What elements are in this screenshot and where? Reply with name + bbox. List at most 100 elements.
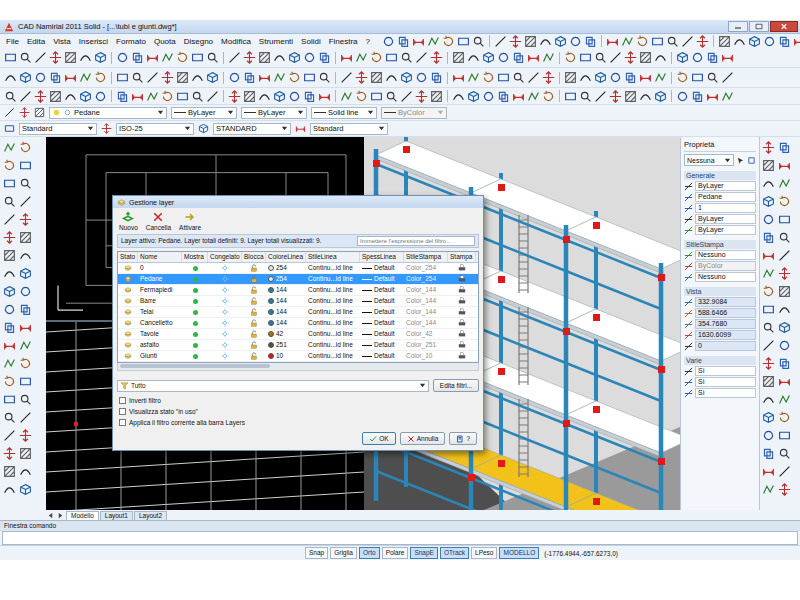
circle-icon[interactable] xyxy=(303,51,316,64)
line-icon[interactable] xyxy=(146,71,159,84)
dialog-action-button[interactable]: Cancella xyxy=(146,211,171,231)
dimension-icon[interactable] xyxy=(146,51,159,64)
arc-icon[interactable] xyxy=(579,71,592,84)
filter-option[interactable]: Visualizza stato "in uso" xyxy=(119,408,477,415)
arc-icon[interactable] xyxy=(79,51,92,64)
arc-icon[interactable] xyxy=(654,51,667,64)
sun-icon[interactable] xyxy=(221,319,229,327)
dimension-icon[interactable] xyxy=(295,123,306,134)
unlocked-icon[interactable] xyxy=(250,297,258,305)
polyline-icon[interactable] xyxy=(654,71,667,84)
arc-icon[interactable] xyxy=(273,51,286,64)
rotate-icon[interactable] xyxy=(370,51,383,64)
linetype[interactable]: Continu...id line xyxy=(306,263,360,273)
line-icon[interactable] xyxy=(19,195,32,208)
layer-row[interactable]: Barre144Continu...id lineDefaultColor_14… xyxy=(118,296,478,307)
rectangle-icon[interactable] xyxy=(3,177,16,190)
cube-icon[interactable] xyxy=(762,195,775,208)
printer-icon[interactable] xyxy=(458,297,466,305)
visibility-dot[interactable] xyxy=(193,266,198,271)
hatch-icon[interactable] xyxy=(258,51,271,64)
line-icon[interactable] xyxy=(721,71,734,84)
arc-icon[interactable] xyxy=(452,90,465,103)
move-icon[interactable] xyxy=(696,35,709,48)
dimension-icon[interactable] xyxy=(762,249,775,262)
rotate-icon[interactable] xyxy=(636,35,649,48)
visibility-dot[interactable] xyxy=(193,299,198,304)
polyline-icon[interactable] xyxy=(762,483,775,496)
copy-icon[interactable] xyxy=(318,51,331,64)
menu-item[interactable]: Edita xyxy=(23,37,49,46)
dimension-icon[interactable] xyxy=(340,51,353,64)
layout-tab[interactable]: Modello xyxy=(66,511,99,520)
move-icon[interactable] xyxy=(415,90,428,103)
filter-expression-input[interactable] xyxy=(357,236,475,246)
menu-item[interactable]: Formato xyxy=(112,37,150,46)
rectangle-icon[interactable] xyxy=(778,429,791,442)
polyline-icon[interactable] xyxy=(19,339,32,352)
move-icon[interactable] xyxy=(243,51,256,64)
style-dropdown[interactable]: Standard xyxy=(19,123,97,135)
line-icon[interactable] xyxy=(34,51,47,64)
move-icon[interactable] xyxy=(762,141,775,154)
move-icon[interactable] xyxy=(542,71,555,84)
column-header[interactable]: SpessLinea xyxy=(360,252,404,262)
rectangle-icon[interactable] xyxy=(370,90,383,103)
dimension-icon[interactable] xyxy=(318,90,331,103)
line-icon[interactable] xyxy=(609,51,622,64)
checkbox[interactable] xyxy=(119,397,126,404)
layer-row[interactable]: Telai144Continu...id lineDefaultColor_14… xyxy=(118,307,478,318)
last-tab-icon[interactable] xyxy=(57,512,64,519)
polyline-icon[interactable] xyxy=(621,35,634,48)
line-icon[interactable] xyxy=(228,51,241,64)
close-icon[interactable] xyxy=(770,21,798,32)
property-dropdown[interactable]: ByColor xyxy=(381,107,447,119)
color-swatch[interactable] xyxy=(268,276,274,282)
hatch-icon[interactable] xyxy=(524,35,537,48)
menu-item[interactable]: Disegno xyxy=(180,37,217,46)
style-dropdown[interactable]: Standard xyxy=(310,123,388,135)
section-title[interactable]: Varie xyxy=(684,356,756,365)
layout-tab[interactable]: Layout1 xyxy=(100,511,133,520)
printer-icon[interactable] xyxy=(458,286,466,294)
hatch-icon[interactable] xyxy=(624,90,637,103)
move-icon[interactable] xyxy=(509,35,522,48)
circle-icon[interactable] xyxy=(116,51,129,64)
cube-icon[interactable] xyxy=(3,285,16,298)
dimension-icon[interactable] xyxy=(131,90,144,103)
layer-row[interactable]: 0254Continu...id lineDefaultColor_254 xyxy=(118,263,478,274)
circle-icon[interactable] xyxy=(94,90,107,103)
move-icon[interactable] xyxy=(34,90,47,103)
style-dropdown[interactable]: ISO-25 xyxy=(116,123,194,135)
property-value[interactable]: 0 xyxy=(695,341,756,351)
rotate-icon[interactable] xyxy=(778,411,791,424)
hatch-icon[interactable] xyxy=(452,51,465,64)
dimension-icon[interactable] xyxy=(762,465,775,478)
menu-item[interactable]: File xyxy=(2,37,23,46)
column-header[interactable]: StileStampa xyxy=(404,252,448,262)
dimension-icon[interactable] xyxy=(639,71,652,84)
linetype[interactable]: Continu...id line xyxy=(306,307,360,317)
hatch-icon[interactable] xyxy=(762,375,775,388)
polyline-icon[interactable] xyxy=(778,393,791,406)
cube-icon[interactable] xyxy=(676,51,689,64)
rectangle-icon[interactable] xyxy=(19,159,32,172)
section-title[interactable]: Vista xyxy=(684,287,756,296)
move-icon[interactable] xyxy=(161,71,174,84)
hatch-icon[interactable] xyxy=(243,90,256,103)
property-value[interactable]: ByLayer xyxy=(695,225,756,235)
property-value[interactable]: 1 xyxy=(695,203,756,213)
section-title[interactable]: StileStampa xyxy=(684,240,756,249)
sun-icon[interactable] xyxy=(221,341,229,349)
unlocked-icon[interactable] xyxy=(250,275,258,283)
arc-icon[interactable] xyxy=(19,249,32,262)
move-icon[interactable] xyxy=(3,447,16,460)
arc-icon[interactable] xyxy=(539,35,552,48)
property-value[interactable]: Sì xyxy=(695,366,756,376)
unlocked-icon[interactable] xyxy=(250,308,258,316)
line-icon[interactable] xyxy=(778,465,791,478)
copy-icon[interactable] xyxy=(691,90,704,103)
circle-icon[interactable] xyxy=(778,339,791,352)
zoom-icon[interactable] xyxy=(3,195,16,208)
arc-icon[interactable] xyxy=(733,35,746,48)
